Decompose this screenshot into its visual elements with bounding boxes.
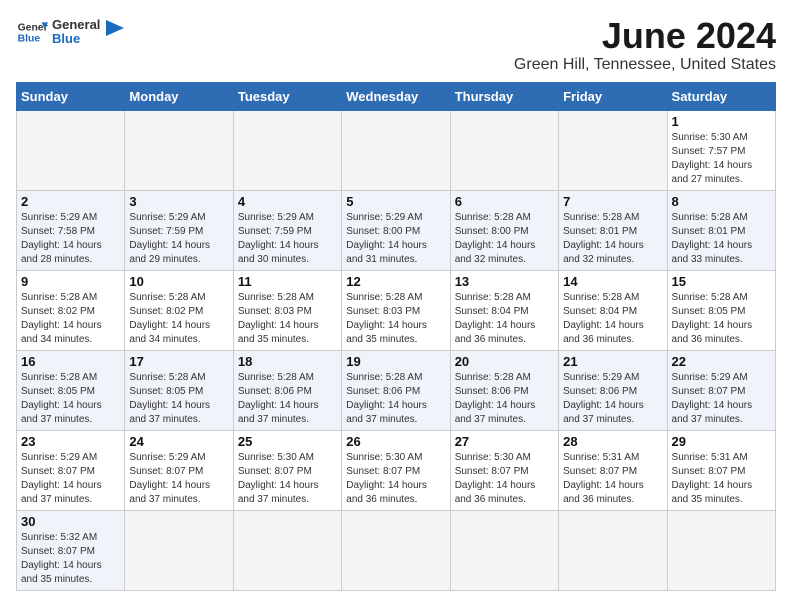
day-28-cell: 28 Sunrise: 5:31 AMSunset: 8:07 PMDaylig… <box>559 430 667 510</box>
day-1-number: 1 <box>672 114 771 129</box>
day-1-sunset: 7:57 PM <box>708 146 745 157</box>
empty-cell <box>342 510 450 590</box>
page-header: General Blue General Blue June 2024 Gree… <box>16 16 776 74</box>
logo-blue-text: Blue <box>52 32 100 46</box>
empty-cell <box>667 510 775 590</box>
header-wednesday: Wednesday <box>342 82 450 110</box>
empty-cell <box>559 110 667 190</box>
day-21-cell: 21 Sunrise: 5:29 AMSunset: 8:06 PMDaylig… <box>559 350 667 430</box>
title-block: June 2024 Green Hill, Tennessee, United … <box>514 16 776 74</box>
month-title: June 2024 <box>514 16 776 56</box>
day-27-cell: 27 Sunrise: 5:30 AMSunset: 8:07 PMDaylig… <box>450 430 558 510</box>
day-9-cell: 9 Sunrise: 5:28 AMSunset: 8:02 PMDayligh… <box>17 270 125 350</box>
day-11-cell: 11 Sunrise: 5:28 AMSunset: 8:03 PMDaylig… <box>233 270 341 350</box>
day-2-cell: 2 Sunrise: 5:29 AMSunset: 7:58 PMDayligh… <box>17 190 125 270</box>
day-1-cell: 1 Sunrise: 5:30 AM Sunset: 7:57 PM Dayli… <box>667 110 775 190</box>
day-7-cell: 7 Sunrise: 5:28 AMSunset: 8:01 PMDayligh… <box>559 190 667 270</box>
empty-cell <box>233 510 341 590</box>
day-1-daylight: 14 hours and 27 minutes. <box>672 160 753 185</box>
day-17-cell: 17 Sunrise: 5:28 AMSunset: 8:05 PMDaylig… <box>125 350 233 430</box>
day-24-cell: 24 Sunrise: 5:29 AMSunset: 8:07 PMDaylig… <box>125 430 233 510</box>
calendar-row-4: 16 Sunrise: 5:28 AMSunset: 8:05 PMDaylig… <box>17 350 776 430</box>
calendar-row-3: 9 Sunrise: 5:28 AMSunset: 8:02 PMDayligh… <box>17 270 776 350</box>
empty-cell <box>559 510 667 590</box>
day-10-cell: 10 Sunrise: 5:28 AMSunset: 8:02 PMDaylig… <box>125 270 233 350</box>
empty-cell <box>125 510 233 590</box>
day-15-cell: 15 Sunrise: 5:28 AMSunset: 8:05 PMDaylig… <box>667 270 775 350</box>
day-2-info: Sunrise: 5:29 AMSunset: 7:58 PMDaylight:… <box>21 211 120 267</box>
day-13-cell: 13 Sunrise: 5:28 AMSunset: 8:04 PMDaylig… <box>450 270 558 350</box>
empty-cell <box>342 110 450 190</box>
logo-general-text: General <box>52 18 100 32</box>
header-thursday: Thursday <box>450 82 558 110</box>
day-14-cell: 14 Sunrise: 5:28 AMSunset: 8:04 PMDaylig… <box>559 270 667 350</box>
location-title: Green Hill, Tennessee, United States <box>514 56 776 74</box>
day-6-cell: 6 Sunrise: 5:28 AMSunset: 8:00 PMDayligh… <box>450 190 558 270</box>
day-29-cell: 29 Sunrise: 5:31 AMSunset: 8:07 PMDaylig… <box>667 430 775 510</box>
day-30-cell: 30 Sunrise: 5:32 AMSunset: 8:07 PMDaylig… <box>17 510 125 590</box>
calendar-row-5: 23 Sunrise: 5:29 AMSunset: 8:07 PMDaylig… <box>17 430 776 510</box>
empty-cell <box>233 110 341 190</box>
day-16-cell: 16 Sunrise: 5:28 AMSunset: 8:05 PMDaylig… <box>17 350 125 430</box>
day-20-cell: 20 Sunrise: 5:28 AMSunset: 8:06 PMDaylig… <box>450 350 558 430</box>
empty-cell <box>17 110 125 190</box>
day-4-cell: 4 Sunrise: 5:29 AMSunset: 7:59 PMDayligh… <box>233 190 341 270</box>
day-8-cell: 8 Sunrise: 5:28 AMSunset: 8:01 PMDayligh… <box>667 190 775 270</box>
calendar-row-6: 30 Sunrise: 5:32 AMSunset: 8:07 PMDaylig… <box>17 510 776 590</box>
day-25-cell: 25 Sunrise: 5:30 AMSunset: 8:07 PMDaylig… <box>233 430 341 510</box>
day-3-cell: 3 Sunrise: 5:29 AMSunset: 7:59 PMDayligh… <box>125 190 233 270</box>
day-23-cell: 23 Sunrise: 5:29 AMSunset: 8:07 PMDaylig… <box>17 430 125 510</box>
day-22-cell: 22 Sunrise: 5:29 AMSunset: 8:07 PMDaylig… <box>667 350 775 430</box>
day-1-info: Sunrise: 5:30 AM Sunset: 7:57 PM Dayligh… <box>672 131 771 187</box>
logo-icon: General Blue <box>16 16 48 48</box>
calendar-row-1: 1 Sunrise: 5:30 AM Sunset: 7:57 PM Dayli… <box>17 110 776 190</box>
logo-flag-icon <box>104 18 126 46</box>
header-monday: Monday <box>125 82 233 110</box>
empty-cell <box>450 510 558 590</box>
logo: General Blue General Blue <box>16 16 126 48</box>
calendar-row-2: 2 Sunrise: 5:29 AMSunset: 7:58 PMDayligh… <box>17 190 776 270</box>
header-saturday: Saturday <box>667 82 775 110</box>
svg-text:Blue: Blue <box>18 34 41 45</box>
header-tuesday: Tuesday <box>233 82 341 110</box>
header-sunday: Sunday <box>17 82 125 110</box>
header-friday: Friday <box>559 82 667 110</box>
weekday-header-row: Sunday Monday Tuesday Wednesday Thursday… <box>17 82 776 110</box>
day-1-sunrise: 5:30 AM <box>711 132 748 143</box>
day-26-cell: 26 Sunrise: 5:30 AMSunset: 8:07 PMDaylig… <box>342 430 450 510</box>
empty-cell <box>450 110 558 190</box>
day-5-cell: 5 Sunrise: 5:29 AMSunset: 8:00 PMDayligh… <box>342 190 450 270</box>
calendar-table: Sunday Monday Tuesday Wednesday Thursday… <box>16 82 776 591</box>
day-18-cell: 18 Sunrise: 5:28 AMSunset: 8:06 PMDaylig… <box>233 350 341 430</box>
day-2-number: 2 <box>21 194 120 209</box>
empty-cell <box>125 110 233 190</box>
day-19-cell: 19 Sunrise: 5:28 AMSunset: 8:06 PMDaylig… <box>342 350 450 430</box>
day-12-cell: 12 Sunrise: 5:28 AMSunset: 8:03 PMDaylig… <box>342 270 450 350</box>
